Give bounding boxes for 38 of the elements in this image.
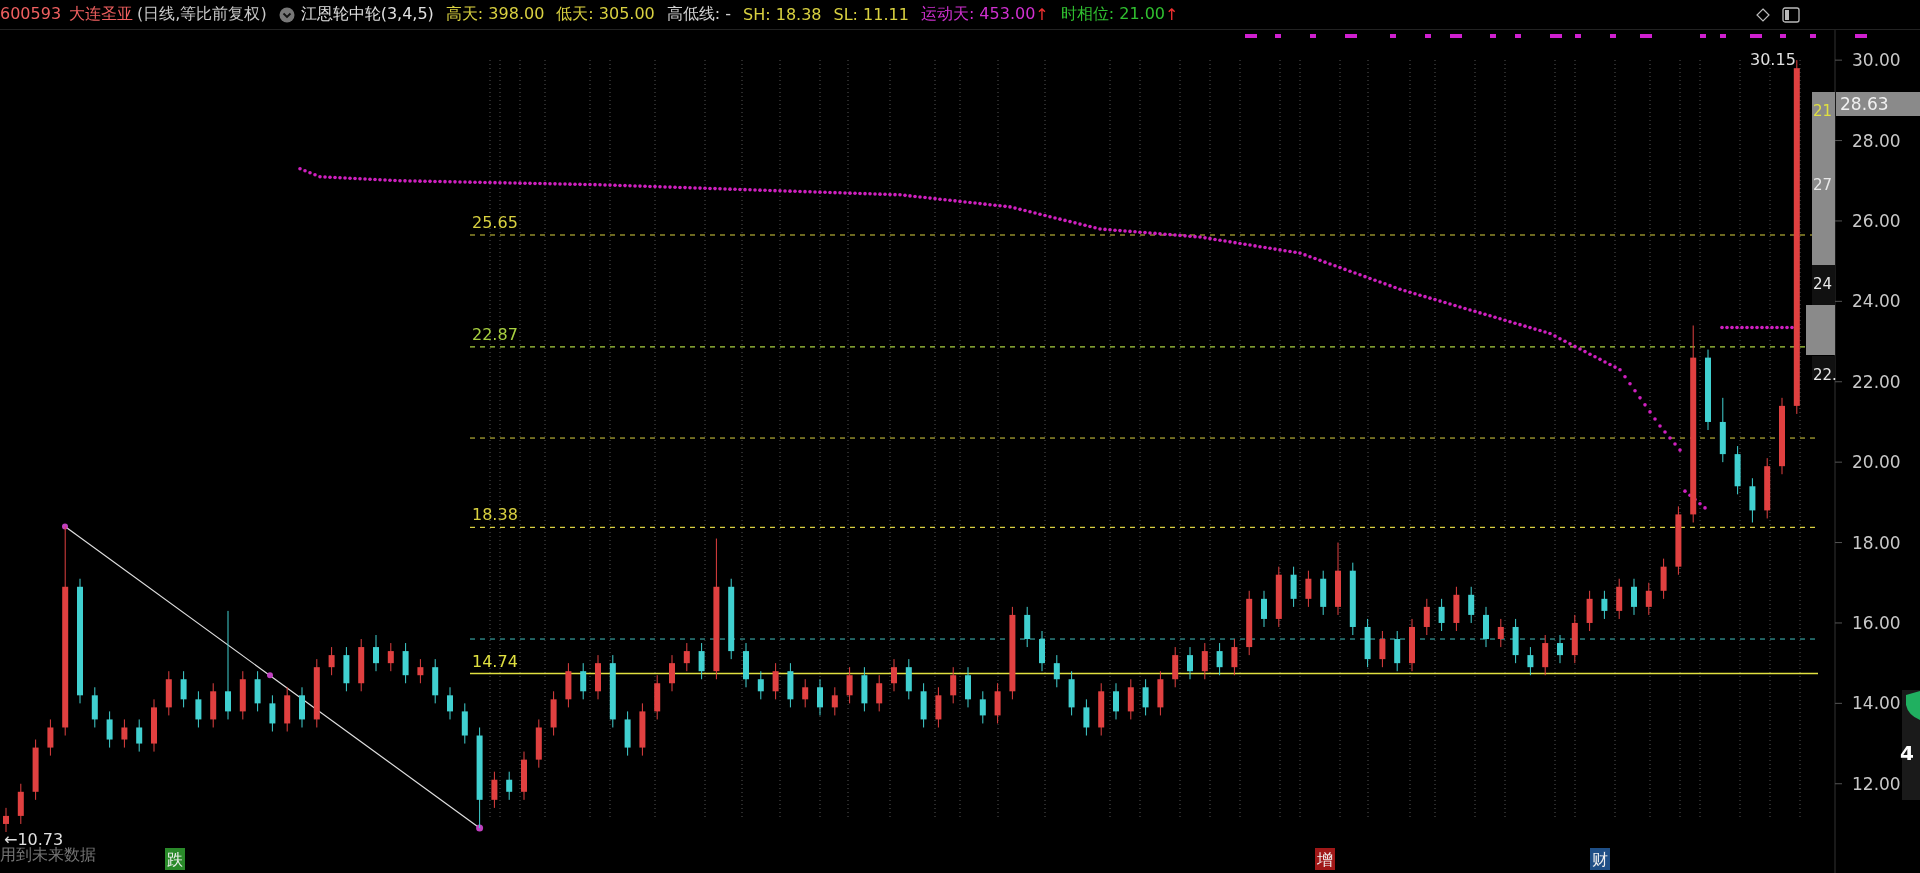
price-axis-label: 30.00 (1852, 50, 1901, 71)
indicator-value: 高天: 398.00 (445, 4, 545, 25)
price-axis-label: 12.00 (1852, 773, 1901, 794)
stock-code: 600593 (0, 4, 62, 25)
level-label: 18.38 (472, 505, 518, 525)
level-label: 22.87 (472, 324, 518, 344)
level-label: 14.74 (472, 651, 518, 671)
level-label: 25.65 (472, 213, 518, 232)
up-arrow-mark: ↑ (1165, 5, 1179, 24)
price-axis-label: 28.00 (1852, 130, 1901, 151)
indicator-value: 时相位: 21.00 (1060, 4, 1166, 25)
indicator-name: 江恩轮中轮(3,4,5) (300, 4, 434, 25)
price-axis-label: 18.00 (1852, 532, 1901, 553)
price-axis-label: 20.00 (1852, 452, 1901, 473)
price-box-label: 22. (1813, 366, 1837, 384)
widget-value: 4 (1900, 741, 1914, 765)
stock-name: 大连圣亚 (69, 4, 134, 25)
period-label: (日线,等比前复权) (137, 4, 267, 25)
price-box-label: 27 (1813, 176, 1833, 194)
event-marker-label: 财 (1592, 850, 1608, 869)
high-price-label: 30.15 (1750, 50, 1796, 70)
current-price-label: 28.63 (1840, 94, 1889, 114)
price-box-label: 24 (1813, 275, 1833, 293)
price-axis-label: 14.00 (1852, 693, 1901, 714)
price-axis-label: 16.00 (1852, 612, 1901, 633)
warning-text: 用到未来数据 (0, 845, 96, 864)
event-marker-label: 增 (1317, 850, 1333, 869)
up-arrow-mark: ↑ (1035, 5, 1049, 24)
price-axis-label: 22.00 (1852, 371, 1901, 392)
indicator-value: 低天: 305.00 (556, 4, 655, 25)
indicator-value: 高低线: - (666, 4, 732, 25)
event-marker-label: 跌 (167, 850, 183, 869)
indicator-value: 运动天: 453.00 (920, 4, 1036, 25)
indicator-value: SL: 11.11 (833, 5, 909, 24)
indicator-value: SH: 18.38 (743, 5, 822, 24)
price-box-label: 21 (1813, 102, 1833, 120)
price-axis-label: 24.00 (1852, 291, 1901, 312)
price-axis-label: 26.00 (1852, 210, 1901, 231)
